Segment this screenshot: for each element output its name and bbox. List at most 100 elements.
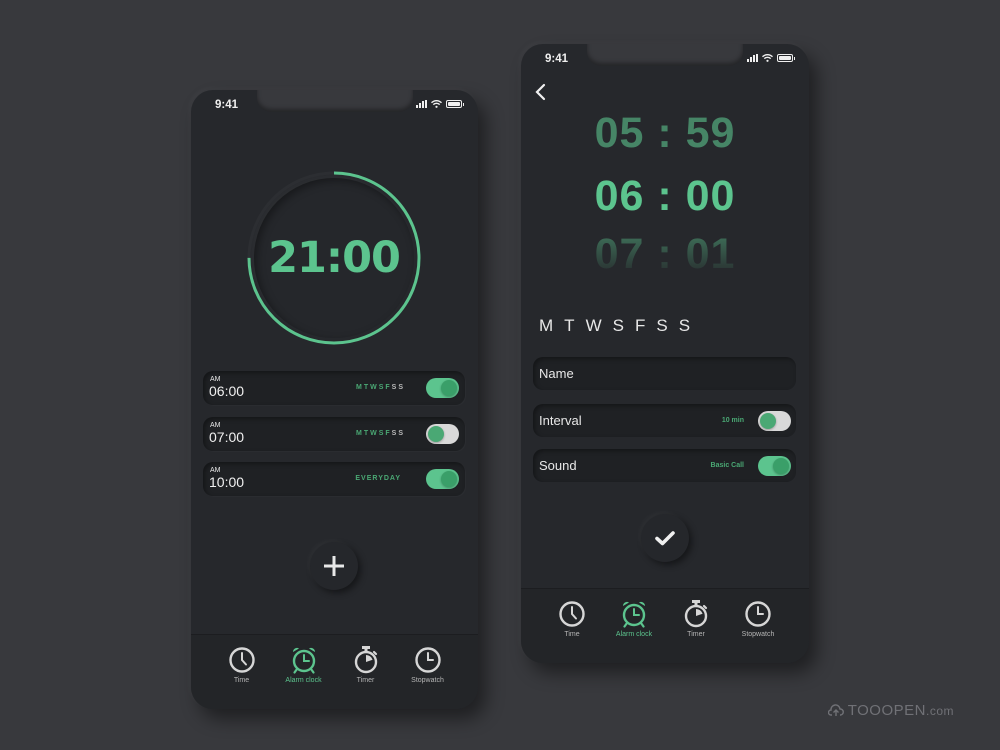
- status-time: 9:41: [545, 53, 569, 65]
- alarm-ampm: AM: [210, 422, 221, 429]
- sound-row[interactable]: Sound Basic Call: [533, 449, 796, 482]
- plus-icon: [324, 556, 344, 576]
- alarm-day: S: [398, 384, 405, 391]
- tab-label: Alarm clock: [615, 631, 653, 638]
- timer-icon: [684, 600, 708, 628]
- sound-value: Basic Call: [710, 462, 744, 469]
- interval-toggle[interactable]: [758, 411, 791, 431]
- battery-icon: [446, 100, 464, 108]
- status-time: 9:41: [215, 99, 239, 111]
- alarm-day: M: [355, 430, 364, 437]
- time-picker-next[interactable]: 07 : 01: [521, 230, 809, 279]
- checkmark-icon: [655, 531, 675, 546]
- weekday-option[interactable]: S: [613, 316, 624, 336]
- toggle-knob: [760, 413, 776, 429]
- clock-icon: [228, 647, 255, 673]
- tab-label: Alarm clock: [285, 677, 322, 684]
- watermark: TOOOPEN .com: [827, 702, 954, 719]
- alarm-day: S: [378, 430, 386, 437]
- status-icons: [747, 54, 795, 62]
- alarm-day: S: [391, 430, 399, 437]
- sound-label: Sound: [539, 458, 577, 473]
- alarm-ampm: AM: [210, 376, 221, 383]
- clock-icon: [559, 601, 585, 627]
- notch: [256, 90, 413, 112]
- alarm-edit-screen: 9:41 05 : 59 06 : 00 07 : 01 MTWSFSS Nam…: [521, 44, 809, 663]
- alarm-row[interactable]: AM 07:00 M T W S F S S: [203, 417, 465, 451]
- tab-timer[interactable]: Timer: [335, 635, 397, 709]
- tab-stopwatch[interactable]: Stopwatch: [397, 635, 459, 709]
- interval-value: 10 min: [721, 417, 744, 424]
- alarm-list-screen: 9:41 21:00 AM 06:00 M T W S F S S AM 07:00 M T W S F S S A…: [191, 90, 478, 709]
- interval-row[interactable]: Interval 10 min: [533, 404, 796, 437]
- alarm-clock-icon: [292, 647, 315, 674]
- battery-icon: [777, 54, 795, 62]
- alarm-toggle[interactable]: [426, 378, 459, 398]
- back-button[interactable]: [531, 82, 551, 102]
- alarm-day: M: [355, 384, 364, 391]
- toggle-knob: [428, 426, 444, 442]
- tab-label: Timer: [687, 631, 705, 638]
- weekday-option[interactable]: W: [586, 316, 602, 336]
- confirm-button[interactable]: [641, 514, 689, 562]
- alarm-day: W: [370, 430, 379, 437]
- alarm-day: S: [391, 384, 399, 391]
- toggle-knob: [773, 458, 789, 474]
- tab-label: Time: [564, 631, 580, 638]
- weekday-option[interactable]: S: [679, 316, 690, 336]
- weekday-option[interactable]: M: [539, 316, 553, 336]
- tab-stopwatch[interactable]: Stopwatch: [727, 589, 789, 663]
- timer-display: 21:00: [268, 233, 401, 283]
- name-label: Name: [539, 366, 574, 381]
- alarm-row[interactable]: AM 10:00 EVERYDAY: [203, 462, 465, 496]
- weekday-selector: MTWSFSS: [539, 316, 690, 336]
- alarm-day: S: [378, 384, 386, 391]
- wifi-icon: [762, 54, 773, 62]
- tab-label: Stopwatch: [411, 677, 444, 684]
- chevron-left-icon: [535, 83, 546, 101]
- cloud-upload-icon: [827, 704, 844, 716]
- alarm-day: S: [398, 430, 405, 437]
- alarm-days: MTWSFSS: [356, 430, 405, 437]
- timer-ring: 21:00: [244, 168, 424, 348]
- tab-label: Stopwatch: [741, 631, 775, 638]
- tab-alarm-clock[interactable]: Alarm clock: [603, 589, 665, 663]
- time-picker-selected[interactable]: 06 : 00: [521, 172, 809, 221]
- alarm-time: 10:00: [209, 474, 245, 490]
- tab-alarm-clock[interactable]: Alarm clock: [273, 635, 335, 709]
- wifi-icon: [431, 100, 442, 108]
- tab-time[interactable]: Time: [211, 635, 273, 709]
- weekday-option[interactable]: F: [635, 316, 645, 336]
- stopwatch-icon: [414, 647, 441, 673]
- tab-bar: Time Alarm clock Timer Stopwatch: [521, 588, 809, 663]
- alarm-time: 06:00: [209, 383, 245, 399]
- tab-timer[interactable]: Timer: [665, 589, 727, 663]
- alarm-clock-icon: [622, 601, 646, 628]
- toggle-knob: [441, 471, 457, 487]
- tab-label: Timer: [356, 677, 375, 684]
- name-field[interactable]: Name: [533, 357, 796, 390]
- alarm-day: W: [370, 384, 379, 391]
- weekday-option[interactable]: T: [564, 316, 574, 336]
- watermark-brand: TOOOPEN: [847, 702, 926, 719]
- stopwatch-icon: [745, 601, 771, 627]
- toggle-knob: [441, 380, 457, 396]
- watermark-suffix: .com: [925, 703, 954, 718]
- time-picker-previous[interactable]: 05 : 59: [521, 109, 809, 158]
- add-alarm-button[interactable]: [310, 542, 358, 590]
- alarm-repeat-label: EVERYDAY: [355, 475, 401, 482]
- alarm-time: 07:00: [209, 429, 245, 445]
- status-icons: [416, 100, 464, 108]
- signal-icon: [747, 54, 758, 62]
- tab-label: Time: [233, 677, 250, 684]
- tab-time[interactable]: Time: [541, 589, 603, 663]
- alarm-days: MTWSFSS: [356, 384, 405, 391]
- alarm-toggle[interactable]: [426, 424, 459, 444]
- alarm-toggle[interactable]: [426, 469, 459, 489]
- weekday-option[interactable]: S: [656, 316, 667, 336]
- alarm-ampm: AM: [210, 467, 221, 474]
- sound-toggle[interactable]: [758, 456, 791, 476]
- notch: [587, 44, 743, 66]
- alarm-row[interactable]: AM 06:00 M T W S F S S: [203, 371, 465, 405]
- signal-icon: [416, 100, 427, 108]
